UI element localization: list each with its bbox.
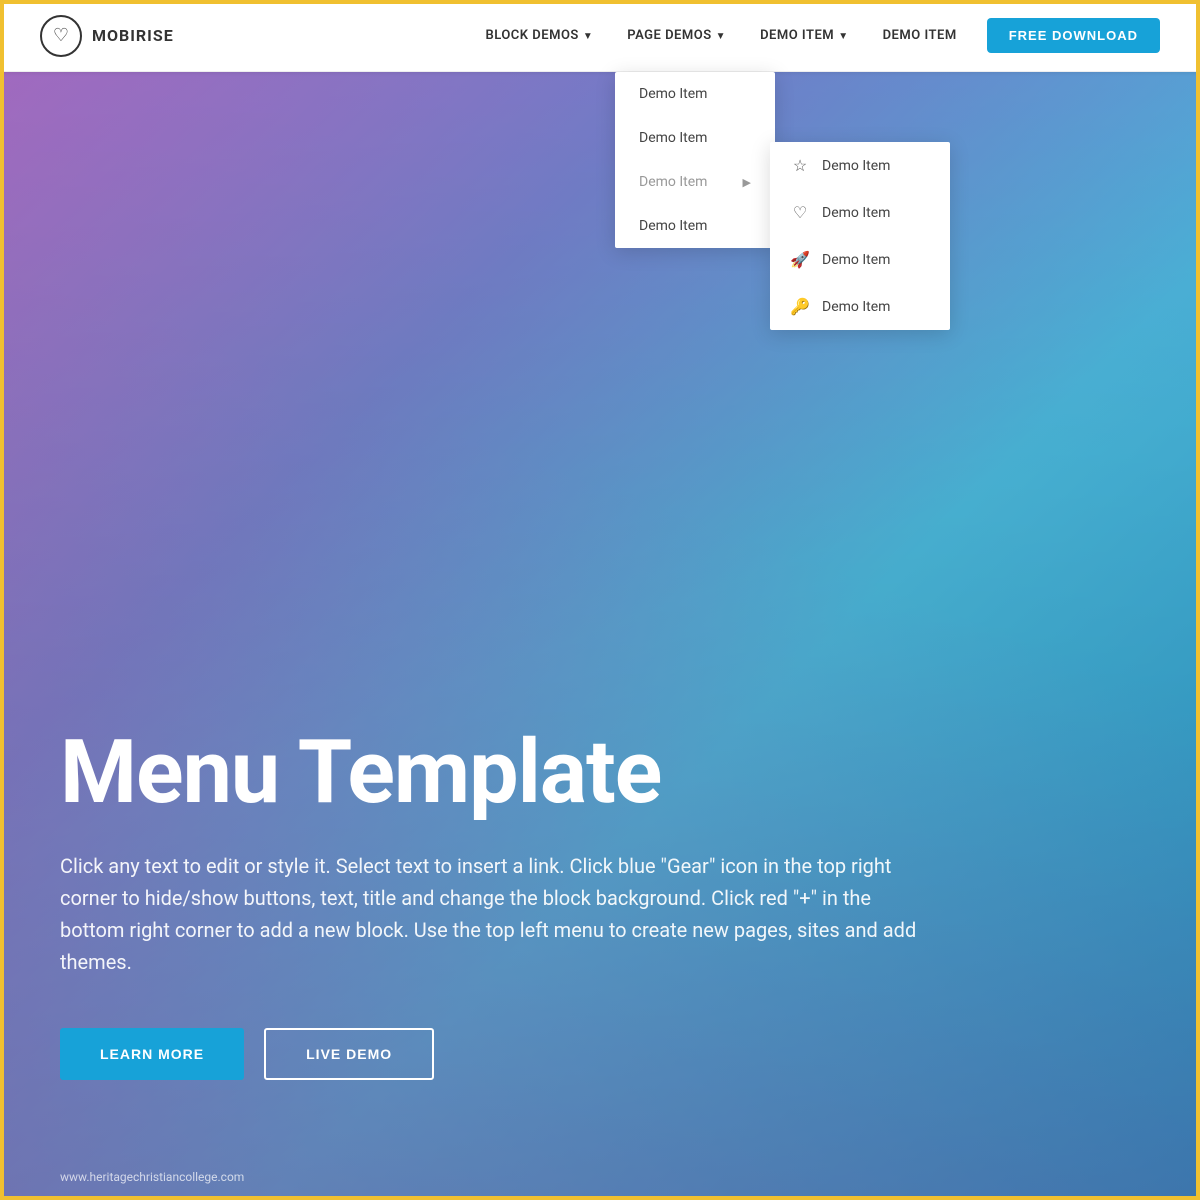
hero-content: Menu Template Click any text to edit or … xyxy=(60,725,960,1080)
brand: ♡ MOBIRISE xyxy=(40,15,174,57)
nav-item-block-demos[interactable]: BLOCK DEMOS ▼ xyxy=(471,20,607,51)
dropdown-item-3[interactable]: Demo Item ▶ xyxy=(615,160,775,204)
dropdown-item-2[interactable]: Demo Item xyxy=(615,116,775,160)
nav-item-demo-item-2[interactable]: DEMO ITEM xyxy=(869,20,971,51)
chevron-down-icon: ▼ xyxy=(583,31,593,42)
dropdown-secondary-item-2[interactable]: ♡ Demo Item xyxy=(770,189,950,236)
hero-section: Menu Template Click any text to edit or … xyxy=(0,72,1200,1200)
top-border xyxy=(0,0,1200,4)
nav-item-page-demos[interactable]: PAGE DEMOS ▼ xyxy=(613,20,740,51)
rocket-icon: 🚀 xyxy=(790,250,810,269)
navbar: ♡ MOBIRISE BLOCK DEMOS ▼ PAGE DEMOS ▼ DE… xyxy=(0,0,1200,72)
secondary-dropdown: ☆ Demo Item ♡ Demo Item 🚀 Demo Item 🔑 De… xyxy=(770,142,950,330)
free-download-button[interactable]: FREE DOWNLOAD xyxy=(987,18,1160,53)
hero-buttons: LEARN MORE LIVE DEMO xyxy=(60,1028,960,1080)
nav-item-demo-item-1[interactable]: DEMO ITEM ▼ xyxy=(746,20,863,51)
learn-more-button[interactable]: LEARN MORE xyxy=(60,1028,244,1080)
chevron-down-icon: ▼ xyxy=(838,31,848,42)
footer-url: www.heritagechristiancollege.com xyxy=(60,1170,244,1184)
left-border xyxy=(0,0,4,1200)
star-icon: ☆ xyxy=(790,156,810,175)
chevron-right-icon: ▶ xyxy=(743,176,751,189)
primary-dropdown: Demo Item Demo Item Demo Item ▶ Demo Ite… xyxy=(615,72,775,248)
dropdown-secondary-item-4[interactable]: 🔑 Demo Item xyxy=(770,283,950,330)
right-border xyxy=(1196,0,1200,1200)
heart-icon: ♡ xyxy=(790,203,810,222)
hero-subtitle: Click any text to edit or style it. Sele… xyxy=(60,850,920,978)
bottom-border xyxy=(0,1196,1200,1200)
brand-heart-icon: ♡ xyxy=(40,15,82,57)
dropdown-secondary-item-1[interactable]: ☆ Demo Item xyxy=(770,142,950,189)
dropdown-item-4[interactable]: Demo Item xyxy=(615,204,775,248)
hero-title: Menu Template xyxy=(60,725,960,822)
chevron-down-icon: ▼ xyxy=(716,31,726,42)
dropdown-secondary-item-3[interactable]: 🚀 Demo Item xyxy=(770,236,950,283)
live-demo-button[interactable]: LIVE DEMO xyxy=(264,1028,434,1080)
brand-name: MOBIRISE xyxy=(92,26,174,45)
dropdown-item-1[interactable]: Demo Item xyxy=(615,72,775,116)
nav-links: BLOCK DEMOS ▼ PAGE DEMOS ▼ DEMO ITEM ▼ D… xyxy=(471,18,1160,53)
key-icon: 🔑 xyxy=(790,297,810,316)
